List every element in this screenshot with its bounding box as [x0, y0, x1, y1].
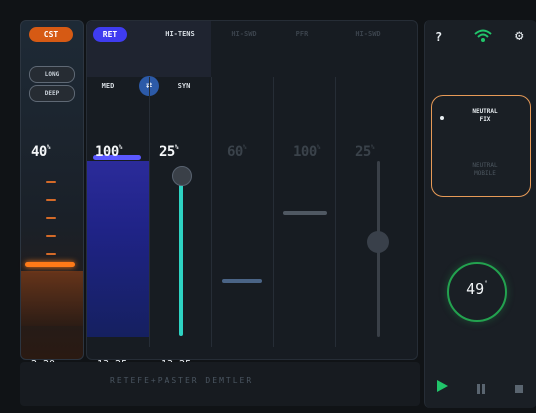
- column-divider: [149, 77, 150, 347]
- neutral-fix-radio[interactable]: [440, 116, 444, 120]
- col5-value-display: 25%: [355, 144, 375, 160]
- med-toggle[interactable]: MED: [93, 79, 123, 94]
- col3-value-display: 60%: [227, 144, 247, 160]
- syn-toggle[interactable]: SYN: [169, 79, 199, 94]
- col4-value-display: 100%: [293, 144, 320, 160]
- neutral-mobile-option[interactable]: NEUTRAL MOBILE: [450, 162, 520, 178]
- gauge-value: 49°: [466, 280, 488, 298]
- tab-pfr[interactable]: PFR: [287, 27, 317, 42]
- hi-tens-slider-thumb[interactable]: [172, 166, 192, 186]
- left-column-panel: CST LONG DEEP 40% 2:20: [20, 20, 84, 370]
- main-columns-panel: RET HI-TENS HI-SWD PFR HI-SWD MED ⇄ SYN …: [86, 20, 418, 370]
- ret-level-fill: [87, 161, 149, 337]
- col3-level-handle[interactable]: [222, 279, 262, 283]
- long-option-button[interactable]: LONG: [29, 66, 75, 83]
- level-tick: [46, 199, 56, 201]
- column-divider: [211, 77, 212, 347]
- stop-icon[interactable]: [513, 380, 525, 393]
- level-tick: [46, 181, 56, 183]
- column-divider: [335, 77, 336, 347]
- gear-icon[interactable]: ⚙: [515, 28, 531, 44]
- tab-hi-tens[interactable]: HI-TENS: [157, 27, 203, 42]
- col5-slider-thumb[interactable]: [367, 231, 389, 253]
- left-level-fill: [21, 271, 83, 326]
- hi-tens-value-display: 25%: [159, 144, 179, 160]
- level-tick: [46, 253, 56, 255]
- pause-icon[interactable]: [475, 380, 487, 394]
- tab-ret[interactable]: RET: [93, 27, 127, 42]
- tab-hi-swd[interactable]: HI-SWD: [227, 27, 261, 42]
- help-icon[interactable]: ?: [435, 30, 442, 44]
- deep-option-button[interactable]: DEEP: [29, 85, 75, 102]
- right-control-panel: ? ⚙ NEUTRAL FIX NEUTRAL MOBILE 49°: [424, 20, 536, 408]
- bottom-bar-label: RETEFE+PASTER DEMTLER: [110, 376, 254, 385]
- neutral-mode-selector[interactable]: NEUTRAL FIX NEUTRAL MOBILE: [431, 95, 531, 197]
- level-tick: [46, 217, 56, 219]
- neutral-fix-option[interactable]: NEUTRAL FIX: [450, 108, 520, 124]
- level-tick: [46, 235, 56, 237]
- wifi-icon: [473, 28, 493, 44]
- ret-value-display: 100%: [95, 144, 122, 160]
- temperature-gauge: 49°: [447, 262, 507, 322]
- left-level-slider-handle[interactable]: [25, 262, 75, 267]
- play-icon[interactable]: [435, 378, 449, 392]
- hi-tens-level-fill: [179, 176, 183, 336]
- tab-hi-swd-2[interactable]: HI-SWD: [349, 27, 387, 42]
- app-screen: CST LONG DEEP 40% 2:20 RET HI-TENS HI-SW…: [0, 0, 536, 413]
- column-divider: [273, 77, 274, 347]
- left-value-display: 40%: [31, 144, 51, 160]
- bottom-status-bar: RETEFE+PASTER DEMTLER: [20, 362, 420, 406]
- col4-level-handle[interactable]: [283, 211, 327, 215]
- cst-mode-button[interactable]: CST: [29, 27, 73, 42]
